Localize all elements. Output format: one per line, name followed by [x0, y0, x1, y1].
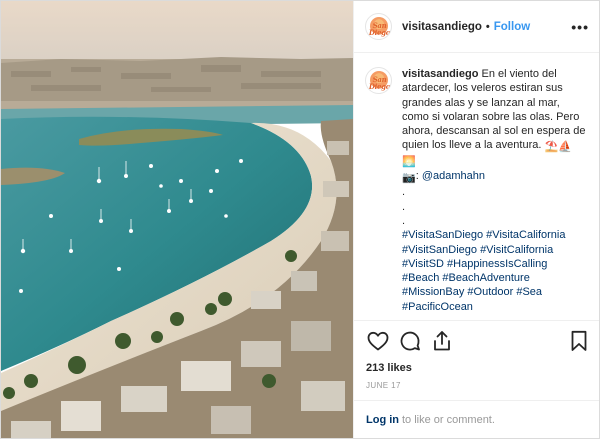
likes-count[interactable]: 213 likes: [354, 360, 599, 376]
heart-icon[interactable]: [366, 329, 390, 353]
follow-button[interactable]: Follow: [494, 21, 530, 33]
sunset-emoji: 🌅: [402, 155, 416, 168]
post-header: San Diego visitasandiego • Follow •••: [354, 1, 599, 53]
share-icon[interactable]: [430, 329, 454, 353]
caption-text: visitasandiego En el viento del atardece…: [402, 67, 585, 320]
post-sidebar: San Diego visitasandiego • Follow ••• Sa…: [353, 1, 599, 438]
avatar[interactable]: San Diego: [365, 13, 392, 40]
caption-username[interactable]: visitasandiego: [402, 68, 478, 80]
caption-avatar[interactable]: San Diego: [365, 67, 392, 94]
caption: San Diego visitasandiego En el viento de…: [365, 67, 587, 320]
hashtag-line[interactable]: #VisitaSanDiego #VisitaCalifornia: [402, 228, 585, 242]
hashtag-line[interactable]: #VisitSanDiego #VisitCalifornia: [402, 243, 585, 257]
comment-icon[interactable]: [398, 329, 422, 353]
hashtag-line[interactable]: #MissionBay #Outdoor #Sea: [402, 285, 585, 299]
caption-area: San Diego visitasandiego En el viento de…: [354, 53, 599, 320]
caption-line: grandes alas y se lanzan al mar,: [402, 96, 560, 109]
post-date: JUNE 17: [366, 381, 401, 390]
login-link[interactable]: Log in: [366, 414, 399, 426]
dot-line: .: [402, 200, 406, 213]
avatar-logo-text: San Diego: [368, 21, 391, 37]
username-link[interactable]: visitasandiego: [402, 21, 482, 33]
action-bar: [354, 320, 599, 360]
hashtag-line[interactable]: #Beach #BeachAdventure: [402, 271, 585, 285]
instagram-post: San Diego visitasandiego • Follow ••• Sa…: [0, 0, 600, 439]
caption-line: ahora, descansan al sol en espera de: [402, 125, 586, 138]
more-options-icon[interactable]: •••: [571, 20, 589, 34]
dot-line: .: [402, 214, 406, 227]
camera-emoji: 📷: [402, 172, 416, 185]
login-prompt: Log in to like or comment.: [354, 400, 599, 438]
caption-line: En el viento del: [481, 68, 557, 80]
bookmark-icon[interactable]: [567, 329, 591, 353]
avatar-logo-text: San Diego: [368, 75, 391, 91]
login-prompt-text: to like or comment.: [402, 413, 495, 426]
separator-dot: •: [485, 20, 490, 33]
mention-colon: :: [415, 170, 419, 183]
caption-line: quien los lleve a la aventura.: [402, 139, 542, 152]
aerial-bay-photo: [1, 1, 353, 438]
post-photo[interactable]: [1, 1, 353, 438]
dot-line: .: [402, 186, 406, 199]
caption-line: atardecer, los veleros estiran sus: [402, 82, 563, 95]
mention-link[interactable]: @adamhahn: [422, 170, 485, 182]
caption-line: como si volaran sobre las olas. Pero: [402, 110, 580, 123]
hashtag-line[interactable]: #PacificOcean: [402, 300, 585, 314]
hashtag-line[interactable]: #VisitSD #HappinessIsCalling: [402, 257, 585, 271]
umbrella-sailboat-emoji: ⛱️⛵: [544, 141, 572, 154]
